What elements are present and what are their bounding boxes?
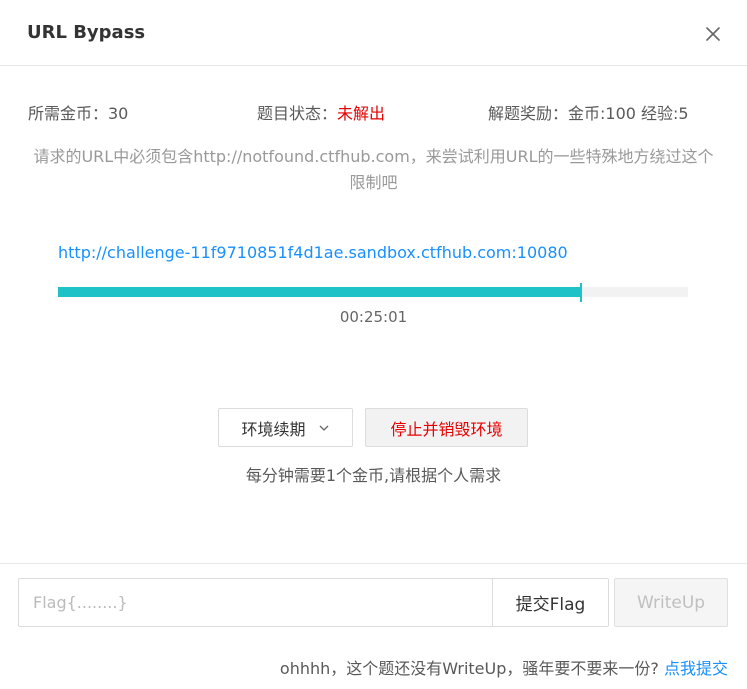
submit-flag-button[interactable]: 提交Flag: [492, 578, 609, 627]
dialog-title: URL Bypass: [27, 22, 146, 43]
cost-info: 所需金币：30: [28, 104, 129, 123]
cost-note: 每分钟需要1个金币,请根据个人需求: [245, 466, 502, 485]
divider: [0, 563, 747, 564]
renew-label: 环境续期: [241, 419, 306, 439]
status-info: 题目状态：未解出: [257, 100, 385, 124]
challenge-dialog: URL Bypass 所需金币：30 题目状态：未解出 解题奖励：金币:100 …: [0, 0, 747, 689]
submit-writeup-link[interactable]: 点我提交: [664, 659, 728, 678]
remaining-timer: 00:25:01: [339, 308, 408, 326]
time-progress-fill: [58, 287, 581, 297]
chevron-down-icon: [319, 425, 328, 431]
renew-environment-button[interactable]: 环境续期: [218, 408, 353, 447]
footer-text: ohhhh，这个题还没有WriteUp，骚年要不要来一份?: [279, 659, 659, 678]
close-icon[interactable]: [703, 24, 723, 44]
status-value: 未解出: [337, 104, 386, 123]
challenge-url-link[interactable]: http://challenge-11f9710851f4d1ae.sandbo…: [58, 243, 568, 262]
stop-destroy-button[interactable]: 停止并销毁环境: [365, 408, 528, 447]
time-progress-marker: [579, 283, 582, 302]
dialog-header: URL Bypass: [0, 0, 747, 66]
time-progress-bar: [58, 287, 688, 297]
reward-info: 解题奖励：金币:100 经验:5: [488, 104, 689, 123]
challenge-description: 请求的URL中必须包含http://notfound.ctfhub.com，来尝…: [33, 147, 714, 192]
flag-input[interactable]: [18, 578, 493, 627]
writeup-button[interactable]: WriteUp: [614, 578, 728, 627]
status-label: 题目状态：: [257, 104, 338, 123]
writeup-footer: ohhhh，这个题还没有WriteUp，骚年要不要来一份? 点我提交: [280, 655, 728, 679]
